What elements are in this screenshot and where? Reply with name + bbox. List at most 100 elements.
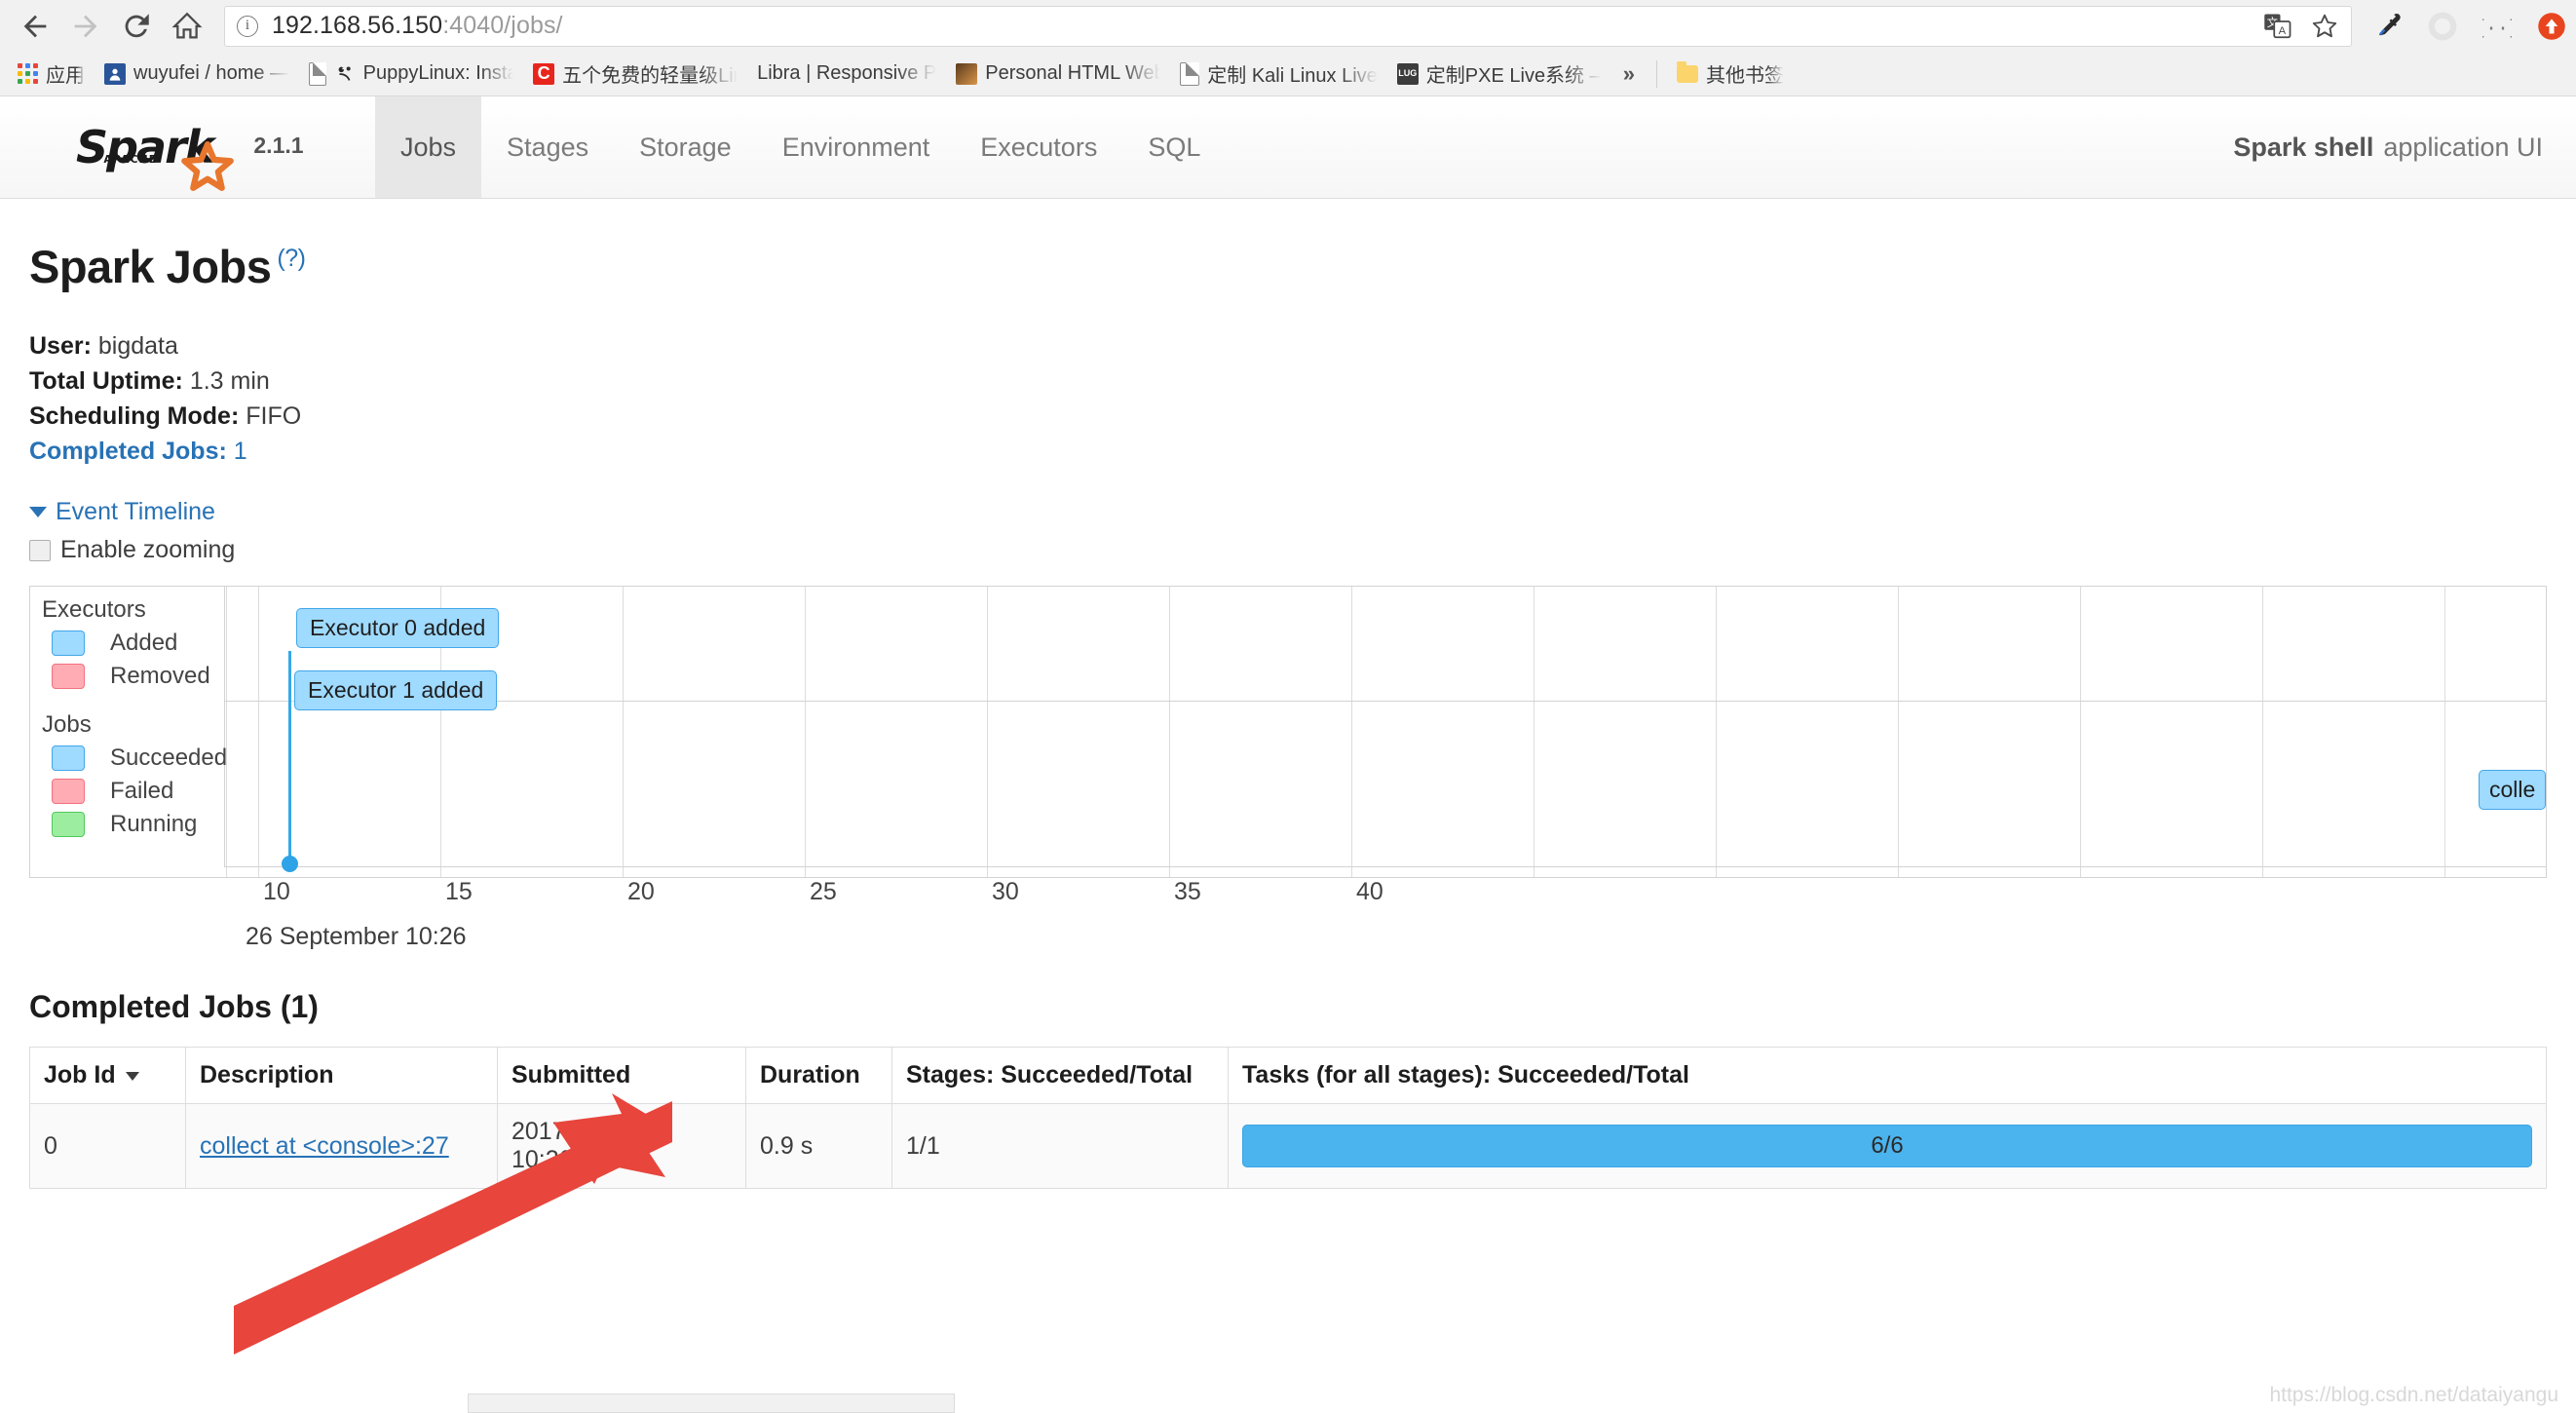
page-content: Spark Jobs (?) User: bigdata Total Uptime…	[0, 240, 2576, 1189]
column-header-job-id[interactable]: Job Id	[29, 1047, 186, 1104]
column-header-label: Tasks (for all stages): Succeeded/Total	[1242, 1061, 1689, 1088]
url-path: :4040/jobs/	[442, 12, 563, 39]
donut-icon[interactable]	[2428, 12, 2457, 41]
summary-scheduling-label: Scheduling Mode:	[29, 402, 240, 430]
extension-icons: {··}	[2352, 12, 2566, 41]
legend-label-succeeded: Succeeded	[110, 745, 228, 771]
chevron-down-icon	[29, 507, 47, 517]
tab-label: Stages	[507, 132, 589, 162]
bookmark-item-label: 五个免费的轻量级Lin	[562, 65, 739, 87]
legend-swatch-removed	[52, 664, 85, 689]
tab-stages[interactable]: Stages	[481, 96, 614, 198]
doc-favicon-icon	[309, 61, 326, 86]
dark-favicon-icon: LUG	[1396, 62, 1419, 85]
timeline-event-executor-1-added[interactable]: Executor 1 added	[294, 670, 498, 710]
page-info-icon[interactable]: i	[237, 15, 258, 37]
axis-tick: 15	[445, 878, 473, 905]
legend-swatch-running	[52, 812, 85, 837]
timeline-legend-executors: Executors Added Removed	[30, 587, 225, 702]
timeline-marker-dot	[282, 856, 298, 872]
url-text: 192.168.56.150:4040/jobs/	[272, 12, 563, 40]
url-host: 192.168.56.150	[272, 12, 443, 39]
watermark-text: https://blog.csdn.net/dataiyangu	[2269, 1384, 2558, 1406]
tab-label: SQL	[1148, 132, 1201, 162]
tab-sql[interactable]: SQL	[1122, 96, 1226, 198]
tab-environment[interactable]: Environment	[757, 96, 956, 198]
spark-logo: Spark APACHE	[76, 125, 235, 191]
address-bar[interactable]: i 192.168.56.150:4040/jobs/ 文A	[224, 5, 2352, 47]
application-ui-title: Spark shell application UI	[2233, 96, 2576, 198]
column-header-submitted[interactable]: Submitted	[497, 1047, 746, 1104]
bookmark-item-label: Personal HTML Web	[985, 62, 1161, 84]
bookmark-item-label: PuppyLinux: Installa	[362, 62, 513, 84]
axis-tick: 30	[992, 878, 1019, 905]
timeline-event-executor-0-added[interactable]: Executor 0 added	[296, 608, 500, 648]
legend-label-running: Running	[110, 811, 198, 837]
column-header-description[interactable]: Description	[185, 1047, 498, 1104]
bookmark-item-3[interactable]: Libra | Responsive P	[747, 56, 946, 93]
event-timeline-label: Event Timeline	[56, 498, 215, 525]
column-header-stages[interactable]: Stages: Succeeded/Total	[891, 1047, 1229, 1104]
translate-icon[interactable]: 文A	[2263, 12, 2292, 41]
enable-zooming-row[interactable]: Enable zooming	[29, 536, 2547, 564]
horizontal-scrollbar[interactable]	[468, 1394, 955, 1413]
doc-favicon-icon	[1180, 61, 1200, 86]
help-link[interactable]: (?)	[277, 245, 306, 272]
bookmark-item-1[interactable]: PuppyLinux: Installa	[299, 56, 523, 93]
json-braces-icon[interactable]: {··}	[2482, 12, 2512, 41]
tab-executors[interactable]: Executors	[955, 96, 1122, 198]
column-header-label: Job Id	[44, 1061, 116, 1088]
column-header-tasks[interactable]: Tasks (for all stages): Succeeded/Total	[1228, 1047, 2547, 1104]
upload-circle-icon[interactable]	[2537, 12, 2566, 41]
cell-submitted: 2017/09/26 10:26:43	[497, 1103, 746, 1189]
bookmarks-bar: 应用 wuyufei / home — PuppyLinux: Installa…	[0, 52, 2576, 96]
summary-user-label: User:	[29, 332, 92, 360]
legend-item-added: Added	[52, 630, 224, 657]
column-header-label: Stages: Succeeded/Total	[906, 1061, 1193, 1088]
summary-user-row: User: bigdata	[29, 328, 2547, 363]
star-icon[interactable]	[2310, 12, 2339, 41]
tab-storage[interactable]: Storage	[614, 96, 757, 198]
tab-label: Environment	[781, 132, 930, 162]
bookmark-item-2[interactable]: C 五个免费的轻量级Lin	[523, 56, 747, 93]
browser-toolbar: i 192.168.56.150:4040/jobs/ 文A {··}	[0, 0, 2576, 52]
eyedropper-icon[interactable]	[2373, 12, 2403, 41]
column-header-duration[interactable]: Duration	[745, 1047, 892, 1104]
legend-label-removed: Removed	[110, 663, 210, 689]
enable-zooming-checkbox[interactable]	[29, 539, 51, 561]
page-title: Spark Jobs (?)	[29, 240, 2547, 293]
legend-swatch-succeeded	[52, 745, 85, 771]
axis-tick: 35	[1174, 878, 1201, 905]
column-header-label: Description	[200, 1061, 334, 1088]
home-icon[interactable]	[162, 1, 212, 52]
spark-brand[interactable]: Spark APACHE 2.1.1	[0, 96, 375, 198]
tab-label: Jobs	[400, 132, 457, 162]
timeline-event-job-collect[interactable]: colle	[2479, 770, 2546, 810]
bookmark-item-4[interactable]: Personal HTML Web	[946, 56, 1170, 93]
svg-text:A: A	[2279, 25, 2287, 37]
bookmarks-overflow-button[interactable]: »	[1611, 61, 1647, 87]
back-arrow-icon[interactable]	[10, 1, 60, 52]
event-timeline-chart[interactable]: Executors Added Removed Jobs Succeeded F…	[29, 586, 2547, 878]
reload-icon[interactable]	[111, 1, 162, 52]
cell-tasks: 6/6	[1228, 1103, 2547, 1189]
bookmark-other-folder[interactable]: 其他书签	[1667, 56, 1794, 93]
bookmark-apps-label: 应用	[46, 65, 85, 87]
legend-item-failed: Failed	[52, 778, 224, 805]
bookmark-apps[interactable]: 应用	[8, 56, 95, 93]
bookmark-item-0[interactable]: wuyufei / home —	[95, 56, 299, 93]
job-description-link[interactable]: collect at <console>:27	[200, 1132, 449, 1160]
event-timeline-toggle[interactable]: Event Timeline	[29, 498, 2547, 526]
legend-swatch-failed	[52, 779, 85, 804]
bookmark-item-5[interactable]: 定制 Kali Linux Live	[1170, 56, 1387, 93]
tab-label: Executors	[980, 132, 1098, 162]
timeline-axis-date: 26 September 10:26	[246, 923, 467, 950]
bookmark-item-6[interactable]: LUG 定制PXE Live系统 – L	[1387, 56, 1611, 93]
puppy-favicon-icon	[334, 63, 356, 85]
tasks-progress-bar: 6/6	[1242, 1125, 2532, 1167]
legend-group-title: Executors	[42, 596, 146, 623]
column-header-label: Submitted	[511, 1061, 631, 1088]
cell-description: collect at <console>:27	[185, 1103, 498, 1189]
summary-completed-row[interactable]: Completed Jobs: 1	[29, 434, 2547, 469]
tab-jobs[interactable]: Jobs	[375, 96, 482, 198]
